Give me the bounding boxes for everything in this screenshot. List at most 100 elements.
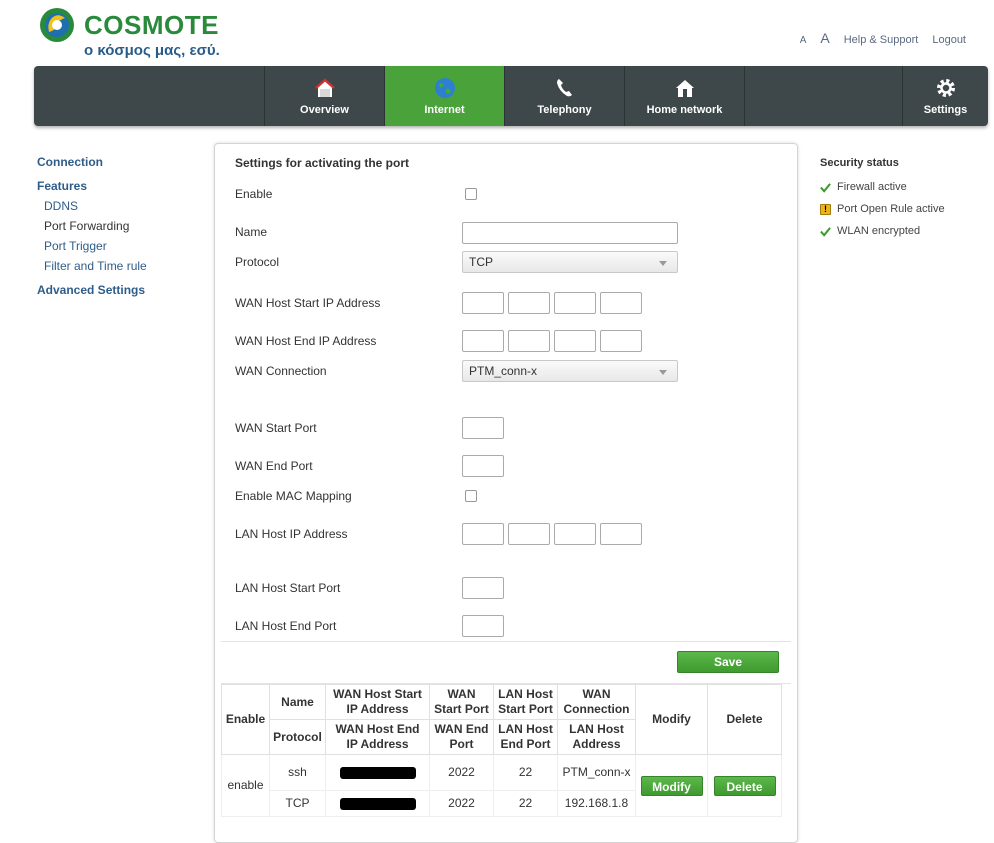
lan-ip-octet-1[interactable] [462, 523, 504, 545]
tab-home-network-label: Home network [646, 104, 723, 116]
wan-start-ip-octet-3[interactable] [554, 292, 596, 314]
sidebar-item-ddns[interactable]: DDNS [44, 199, 207, 213]
wan-end-port-label: WAN End Port [235, 459, 313, 473]
security-status: Security status Firewall active ! Port O… [820, 157, 990, 247]
wan-end-ip-octet-1[interactable] [462, 330, 504, 352]
wan-end-ip-octet-3[interactable] [554, 330, 596, 352]
lan-ip-label: LAN Host IP Address [235, 527, 348, 541]
wan-end-ip-field [462, 330, 646, 352]
form-divider [221, 641, 791, 642]
nav-spacer [744, 66, 902, 126]
row-wan-end-port: 2022 [429, 790, 494, 817]
col-lan-start-port: LAN Host Start Port [493, 684, 558, 720]
wan-connection-label: WAN Connection [235, 364, 327, 378]
col-modify: Modify [635, 684, 708, 755]
redacted-ip [339, 766, 416, 779]
lan-start-port-input[interactable] [462, 577, 504, 599]
wan-start-ip-octet-2[interactable] [508, 292, 550, 314]
col-wan-start-ip: WAN Host Start IP Address [325, 684, 430, 720]
tab-telephony-label: Telephony [537, 104, 592, 116]
checkmark-icon [820, 182, 831, 193]
save-button[interactable]: Save [677, 651, 779, 673]
protocol-select[interactable]: TCP [462, 251, 678, 273]
col-lan-end-port: LAN Host End Port [493, 719, 558, 755]
wan-start-ip-field [462, 292, 646, 314]
lan-start-port-label: LAN Host Start Port [235, 581, 341, 595]
security-item-label: Port Open Rule active [837, 203, 945, 215]
wan-connection-select[interactable]: PTM_conn-x [462, 360, 678, 382]
security-item-port-open: ! Port Open Rule active [820, 203, 990, 215]
row-protocol: TCP [269, 790, 326, 817]
tab-internet[interactable]: Internet [384, 66, 504, 126]
redacted-ip [339, 797, 416, 810]
tab-settings[interactable]: Settings [902, 66, 988, 126]
tab-overview-label: Overview [300, 104, 349, 116]
row-wan-start-port: 2022 [429, 754, 494, 791]
col-enable: Enable [221, 684, 270, 755]
sidebar-advanced-settings[interactable]: Advanced Settings [37, 283, 207, 297]
font-size-large-button[interactable]: A [820, 30, 829, 46]
enable-label: Enable [235, 187, 273, 201]
brand-logo[interactable]: COSMOTE ο κόσμος μας, εσύ. [38, 6, 238, 62]
tab-overview[interactable]: Overview [264, 66, 384, 126]
table-row: enable ssh 2022 22 PTM_conn-x Modify Del… [221, 754, 782, 817]
sidebar-item-port-trigger[interactable]: Port Trigger [44, 239, 207, 253]
tab-home-network[interactable]: Home network [624, 66, 744, 126]
modify-button[interactable]: Modify [640, 775, 703, 796]
row-wan-start-ip [325, 754, 430, 791]
sidebar-item-port-forwarding[interactable]: Port Forwarding [44, 219, 207, 233]
name-input[interactable] [462, 222, 678, 244]
wan-end-ip-octet-4[interactable] [600, 330, 642, 352]
col-wan-start-port: WAN Start Port [429, 684, 494, 720]
row-lan-start-port: 22 [493, 754, 558, 791]
row-lan-end-port: 22 [493, 790, 558, 817]
wan-start-ip-label: WAN Host Start IP Address [235, 296, 381, 310]
wan-start-ip-octet-1[interactable] [462, 292, 504, 314]
sidebar-connection[interactable]: Connection [37, 155, 207, 169]
main-nav: Overview Internet Telephony Home network… [34, 66, 988, 126]
tab-telephony[interactable]: Telephony [504, 66, 624, 126]
port-rules-table: Enable Name WAN Host Start IP Address WA… [221, 684, 782, 817]
lan-ip-octet-4[interactable] [600, 523, 642, 545]
enable-mac-label: Enable MAC Mapping [235, 489, 352, 503]
home-network-icon [675, 80, 694, 97]
lan-end-port-input[interactable] [462, 615, 504, 637]
wan-end-ip-label: WAN Host End IP Address [235, 334, 377, 348]
wan-start-port-input[interactable] [462, 417, 504, 439]
col-wan-connection: WAN Connection [557, 684, 636, 720]
lan-ip-octet-2[interactable] [508, 523, 550, 545]
cosmote-logo-icon [40, 8, 74, 42]
wan-connection-select-value: PTM_conn-x [469, 364, 538, 378]
table-header-row: Enable Name WAN Host Start IP Address WA… [221, 684, 782, 755]
name-label: Name [235, 225, 268, 239]
phone-icon [556, 79, 572, 97]
home-icon [314, 78, 335, 97]
col-wan-end-port: WAN End Port [429, 719, 494, 755]
logout-link[interactable]: Logout [932, 34, 966, 46]
enable-mac-checkbox[interactable] [465, 490, 477, 502]
help-support-link[interactable]: Help & Support [844, 34, 919, 46]
gear-icon [936, 79, 955, 97]
tab-internet-label: Internet [424, 104, 465, 116]
sidebar-item-filter-time[interactable]: Filter and Time rule [44, 259, 207, 273]
row-delete-cell: Delete [707, 754, 782, 817]
font-size-small-button[interactable]: A [800, 35, 807, 46]
brand-slogan: ο κόσμος μας, εσύ. [84, 42, 220, 59]
lan-ip-field [462, 523, 646, 545]
port-forwarding-panel: Settings for activating the port Enable … [214, 143, 798, 843]
lan-end-port-label: LAN Host End Port [235, 619, 337, 633]
wan-end-ip-octet-2[interactable] [508, 330, 550, 352]
wan-start-port-label: WAN Start Port [235, 421, 317, 435]
left-sidebar: Connection Features DDNS Port Forwarding… [37, 155, 207, 307]
warning-icon: ! [820, 203, 831, 215]
sidebar-features[interactable]: Features [37, 179, 207, 193]
wan-end-port-input[interactable] [462, 455, 504, 477]
col-lan-address: LAN Host Address [557, 719, 636, 755]
lan-ip-octet-3[interactable] [554, 523, 596, 545]
row-enable: enable [221, 754, 270, 817]
security-status-title: Security status [820, 157, 899, 169]
wan-start-ip-octet-4[interactable] [600, 292, 642, 314]
enable-checkbox[interactable] [465, 188, 477, 200]
delete-button[interactable]: Delete [713, 775, 776, 796]
checkmark-icon [820, 226, 831, 237]
